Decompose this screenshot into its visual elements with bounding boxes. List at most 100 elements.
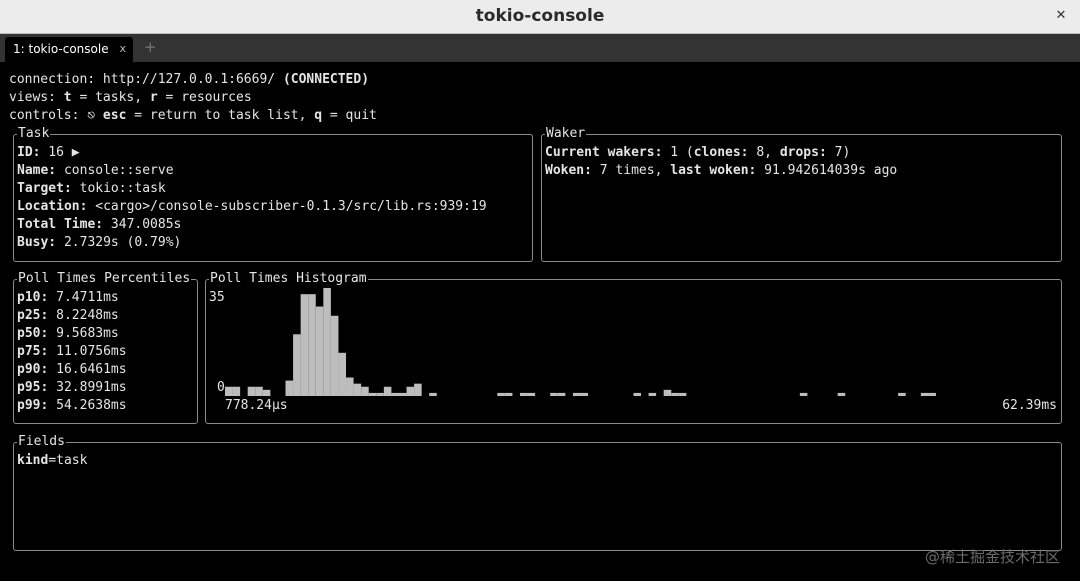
histogram-bar: [368, 392, 377, 396]
task-name-row: Name: console::serve: [17, 162, 174, 180]
waker-woken-value: 7 times,: [591, 163, 671, 178]
window-titlebar: tokio-console ✕: [0, 0, 1080, 34]
histogram-bar: [225, 386, 233, 396]
waker-current-row: Current wakers: 1 (clones: 8, drops: 7): [545, 144, 850, 162]
tab-tokio-console[interactable]: 1: tokio-console x: [5, 37, 133, 62]
percentile-label: p95:: [17, 380, 49, 395]
percentile-row: p95: 32.8991ms: [17, 379, 127, 397]
histogram-bar: [330, 315, 339, 396]
histogram-bar: [255, 386, 263, 396]
fields-panel: Fields kind=task: [13, 433, 1062, 551]
waker-current-value: 1 (: [662, 145, 694, 160]
task-total-time-label: Total Time:: [17, 217, 104, 232]
percentile-row: p10: 7.4711ms: [17, 289, 119, 307]
histogram-bar: [315, 306, 324, 396]
histogram-bar: [429, 392, 437, 396]
histogram-bar: [376, 392, 384, 396]
waker-clones-label: clones:: [693, 145, 749, 160]
controls-key-esc: esc: [102, 108, 127, 123]
views-key-t: t: [63, 90, 72, 105]
histogram-bar: [391, 392, 399, 396]
histogram-bar: [928, 392, 936, 396]
percentile-row: p99: 54.2638ms: [17, 397, 127, 415]
histogram-bar: [323, 288, 331, 396]
connection-url: connection: http://127.0.0.1:6669/: [9, 72, 283, 87]
tab-bar: 1: tokio-console x +: [0, 34, 1080, 62]
task-panel-title: Task: [17, 125, 51, 143]
terminal[interactable]: connection: http://127.0.0.1:6669/ (CONN…: [0, 62, 1080, 581]
new-tab-icon[interactable]: +: [144, 38, 157, 56]
task-id-label: ID:: [17, 145, 41, 160]
tab-label: 1: tokio-console: [13, 42, 109, 56]
task-name-value: console::serve: [56, 163, 174, 178]
waker-last-woken-label: last woken:: [670, 163, 757, 178]
watermark: @稀土掘金技术社区: [924, 548, 1060, 566]
histogram-bar: [633, 392, 641, 396]
percentile-label: p90:: [17, 362, 49, 377]
histogram-bar: [293, 334, 301, 396]
connection-line: connection: http://127.0.0.1:6669/ (CONN…: [9, 71, 369, 89]
field-key: kind: [17, 453, 49, 468]
task-location-row: Location: <cargo>/console-subscriber-0.1…: [17, 198, 487, 216]
histogram-bar: [308, 294, 316, 396]
close-window-icon[interactable]: ✕: [1050, 5, 1072, 27]
histogram-bar: [346, 377, 354, 396]
histogram-bar: [572, 392, 581, 396]
percentile-row: p25: 8.2248ms: [17, 307, 119, 325]
percentile-value: 7.4711ms: [48, 290, 119, 305]
controls-line: controls: ⎋ esc = return to task list, q…: [9, 107, 377, 125]
task-panel: Task ID: 16 ▶ Name: console::serve Targe…: [13, 125, 533, 262]
percentile-value: 32.8991ms: [48, 380, 127, 395]
histogram-bar: [580, 392, 589, 396]
percentile-row: p90: 16.6461ms: [17, 361, 127, 379]
task-busy-row: Busy: 2.7329s (0.79%): [17, 234, 181, 252]
task-location-label: Location:: [17, 199, 88, 214]
histogram-bar: [678, 392, 687, 396]
connection-status: (CONNECTED): [282, 72, 370, 87]
task-busy-label: Busy:: [17, 235, 57, 250]
percentile-label: p50:: [17, 326, 49, 341]
controls-text: = return to task list,: [126, 108, 315, 123]
controls-text: controls: ⎋: [9, 108, 103, 123]
histogram-bar: [920, 392, 929, 396]
histogram-bar: [300, 294, 309, 396]
percentile-label: p10:: [17, 290, 49, 305]
task-target-label: Target:: [17, 181, 72, 196]
histogram-bar: [648, 392, 657, 396]
fields-panel-title: Fields: [17, 433, 66, 451]
waker-drops-value: 7): [826, 145, 851, 160]
task-total-time-row: Total Time: 347.0085s: [17, 216, 181, 234]
histogram-bar: [519, 392, 528, 396]
percentile-value: 54.2638ms: [48, 398, 127, 413]
waker-drops-label: drops:: [779, 145, 827, 160]
views-key-r: r: [149, 90, 158, 105]
waker-last-woken-value: 91.942614039s ago: [756, 163, 898, 178]
waker-woken-row: Woken: 7 times, last woken: 91.942614039…: [545, 162, 897, 180]
percentile-label: p25:: [17, 308, 49, 323]
histogram-bar: [527, 392, 536, 396]
percentiles-panel: Poll Times Percentiles p10: 7.4711ms p25…: [13, 270, 198, 424]
histogram-bar: [837, 392, 846, 396]
percentile-value: 8.2248ms: [48, 308, 119, 323]
waker-panel: Waker Current wakers: 1 (clones: 8, drop…: [541, 125, 1062, 262]
histogram-bar: [406, 386, 415, 396]
histogram-bar: [247, 386, 256, 396]
histogram-bar: [285, 380, 294, 396]
percentile-value: 11.0756ms: [48, 344, 127, 359]
percentile-row: p75: 11.0756ms: [17, 343, 127, 361]
tab-close-icon[interactable]: x: [119, 42, 126, 55]
histogram-bar: [383, 386, 392, 396]
views-text: views:: [9, 90, 64, 105]
views-line: views: t = tasks, r = resources: [9, 89, 252, 107]
histogram-bar: [671, 392, 679, 396]
histogram-bar: [232, 386, 241, 396]
waker-clones-value: 8,: [748, 145, 780, 160]
views-text: = resources: [157, 90, 252, 105]
task-id-row: ID: 16 ▶: [17, 144, 80, 162]
percentile-value: 16.6461ms: [48, 362, 127, 377]
field-value: =task: [48, 453, 88, 468]
histogram-bar: [504, 392, 513, 396]
task-busy-value: 2.7329s (0.79%): [56, 235, 182, 250]
window-title: tokio-console: [475, 6, 605, 26]
views-text: = tasks,: [71, 90, 150, 105]
